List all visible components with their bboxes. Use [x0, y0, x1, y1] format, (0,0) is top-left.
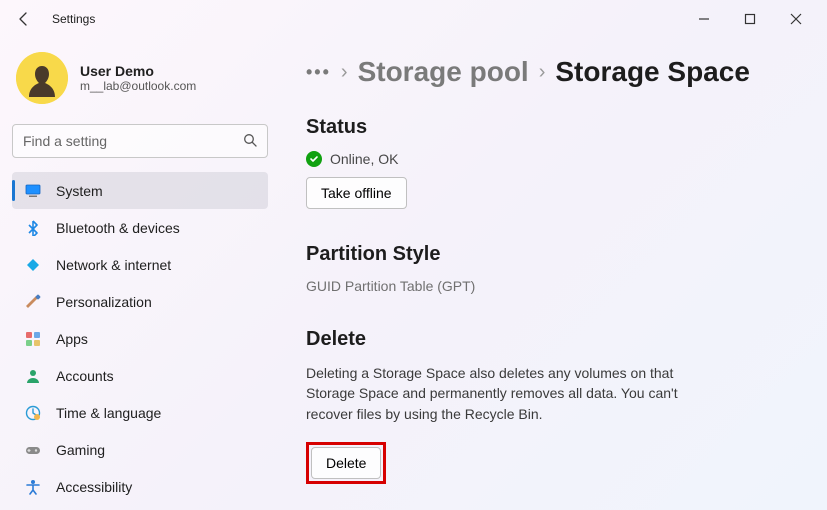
partition-value: GUID Partition Table (GPT): [306, 278, 805, 294]
close-button[interactable]: [773, 4, 819, 34]
back-button[interactable]: [8, 3, 40, 35]
window-controls: [681, 4, 819, 34]
sidebar-item-bluetooth-devices[interactable]: Bluetooth & devices: [12, 209, 268, 246]
breadcrumb: ••• › Storage pool › Storage Space: [306, 56, 805, 88]
sidebar: User Demo m__lab@outlook.com System Bluet…: [0, 38, 278, 510]
avatar: [16, 52, 68, 104]
sidebar-item-label: Accounts: [56, 368, 114, 384]
monitor-icon: [24, 182, 42, 200]
accessibility-icon: [24, 478, 42, 496]
profile-name: User Demo: [80, 63, 196, 79]
sidebar-item-accounts[interactable]: Accounts: [12, 357, 268, 394]
breadcrumb-more-icon[interactable]: •••: [306, 62, 331, 83]
nav-list: System Bluetooth & devices Network & inter…: [12, 172, 268, 505]
sidebar-item-label: Personalization: [56, 294, 152, 310]
delete-heading: Delete: [306, 328, 805, 351]
status-ok-icon: [306, 151, 322, 167]
sidebar-item-personalization[interactable]: Personalization: [12, 283, 268, 320]
sidebar-item-label: Gaming: [56, 442, 105, 458]
titlebar: Settings: [0, 0, 827, 38]
status-row: Online, OK: [306, 151, 805, 167]
search-input[interactable]: [13, 133, 233, 149]
profile-block[interactable]: User Demo m__lab@outlook.com: [12, 48, 268, 120]
window-title: Settings: [52, 12, 95, 26]
sidebar-item-label: Apps: [56, 331, 88, 347]
sidebar-item-label: Accessibility: [56, 479, 132, 495]
sidebar-item-time-language[interactable]: Time & language: [12, 394, 268, 431]
search-icon: [233, 133, 267, 150]
bluetooth-icon: [24, 219, 42, 237]
maximize-button[interactable]: [727, 4, 773, 34]
sidebar-item-system[interactable]: System: [12, 172, 268, 209]
status-heading: Status: [306, 116, 805, 139]
delete-highlight: Delete: [306, 442, 386, 484]
status-text: Online, OK: [330, 151, 398, 167]
chevron-right-icon: ›: [539, 61, 546, 84]
sidebar-item-network-internet[interactable]: Network & internet: [12, 246, 268, 283]
take-offline-button[interactable]: Take offline: [306, 177, 407, 209]
grid-icon: [24, 330, 42, 348]
search-box[interactable]: [12, 124, 268, 158]
profile-email: m__lab@outlook.com: [80, 79, 196, 93]
breadcrumb-link[interactable]: Storage pool: [358, 56, 529, 88]
sidebar-item-gaming[interactable]: Gaming: [12, 431, 268, 468]
gamepad-icon: [24, 441, 42, 459]
brush-icon: [24, 293, 42, 311]
partition-heading: Partition Style: [306, 243, 805, 266]
minimize-button[interactable]: [681, 4, 727, 34]
sidebar-item-accessibility[interactable]: Accessibility: [12, 468, 268, 505]
breadcrumb-current: Storage Space: [555, 56, 750, 88]
delete-description: Deleting a Storage Space also deletes an…: [306, 363, 726, 424]
sidebar-item-label: Bluetooth & devices: [56, 220, 180, 236]
diamond-wifi-icon: [24, 256, 42, 274]
clock-lang-icon: [24, 404, 42, 422]
sidebar-item-label: System: [56, 183, 103, 199]
chevron-right-icon: ›: [341, 61, 348, 84]
content-area: ••• › Storage pool › Storage Space Statu…: [278, 38, 827, 510]
person-icon: [24, 367, 42, 385]
sidebar-item-label: Time & language: [56, 405, 161, 421]
sidebar-item-label: Network & internet: [56, 257, 171, 273]
delete-button[interactable]: Delete: [311, 447, 381, 479]
sidebar-item-apps[interactable]: Apps: [12, 320, 268, 357]
